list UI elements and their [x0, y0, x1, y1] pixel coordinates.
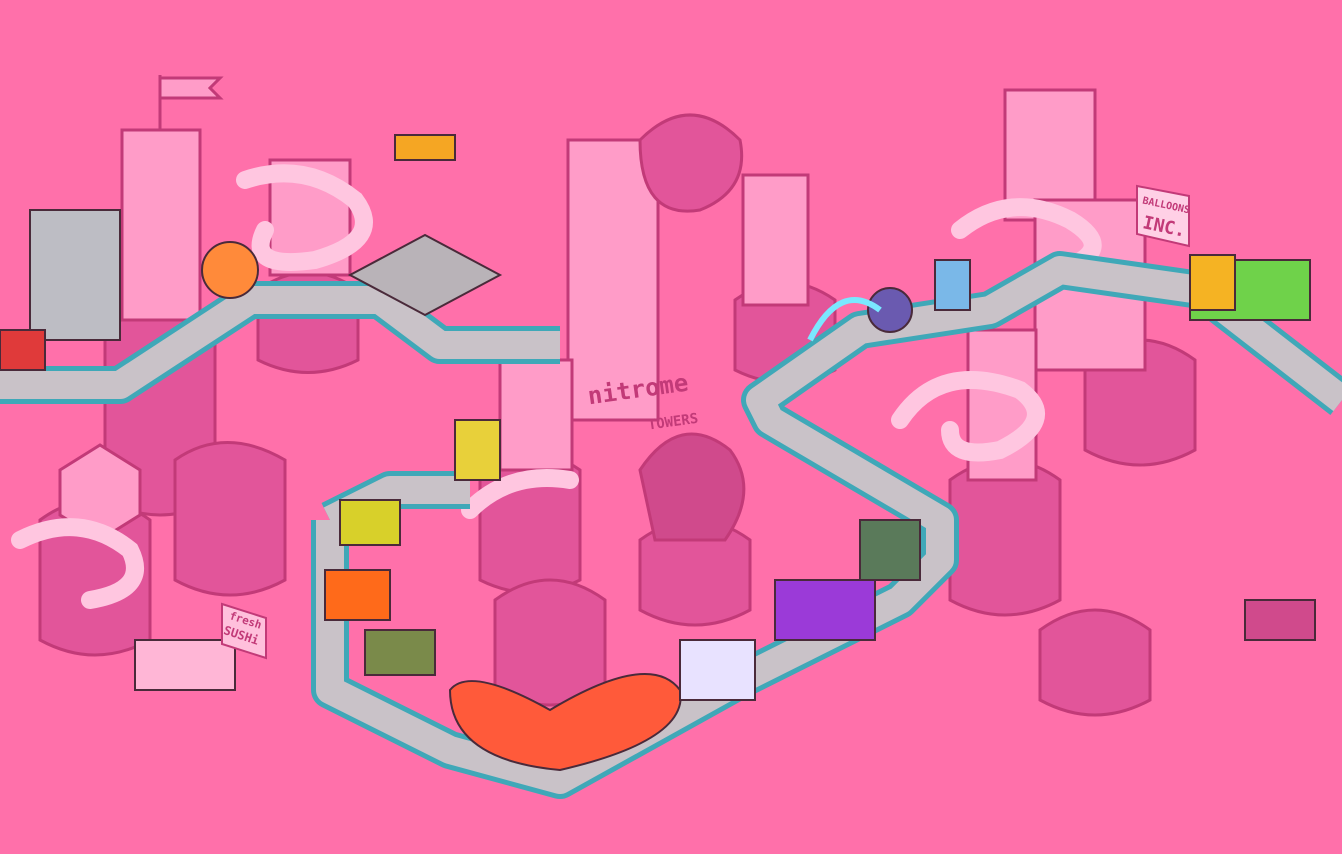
sushi-stand	[134, 639, 236, 691]
gorilla-king	[867, 287, 913, 333]
flag	[158, 76, 224, 100]
orange-cat-car	[201, 241, 259, 299]
purple-truck	[774, 579, 876, 641]
game-scene: nitrome TOWERS BALLOONS INC. fresh SUSHi	[0, 0, 1342, 854]
pirate-boat	[1244, 599, 1316, 641]
red-truck	[0, 329, 46, 371]
building	[741, 173, 810, 307]
helicopter	[394, 134, 456, 161]
tank	[364, 629, 436, 676]
pillar	[173, 441, 287, 597]
yellow-bus	[454, 419, 501, 481]
yellow-truck	[1189, 254, 1236, 311]
trophy-kart	[339, 499, 401, 546]
building	[498, 358, 574, 472]
wolf-statue	[638, 432, 746, 542]
orange-kart	[324, 569, 391, 621]
blue-robot-kart	[934, 259, 971, 311]
castle-tower	[120, 128, 202, 322]
pillar	[493, 578, 607, 707]
drill-car	[679, 639, 756, 701]
pillar	[1038, 608, 1152, 717]
robot-dinosaur	[29, 209, 121, 341]
pillar	[948, 458, 1062, 617]
green-tank-turret	[859, 519, 921, 581]
